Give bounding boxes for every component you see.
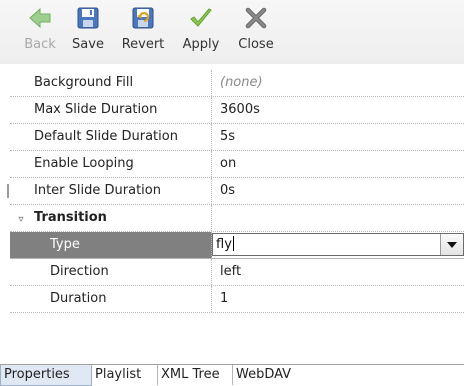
tab-xml-tree[interactable]: XML Tree [158, 365, 233, 385]
property-value-editor: fly [212, 232, 464, 258]
type-combobox[interactable]: fly [212, 233, 464, 256]
x-close-icon [245, 7, 267, 29]
property-row-background-fill[interactable]: Background Fill (none) [10, 70, 464, 97]
group-title: Transition [34, 210, 107, 225]
apply-label: Apply [182, 37, 220, 52]
text-caret [232, 236, 234, 251]
tab-properties[interactable]: Properties [0, 365, 92, 386]
property-row-inter-slide-duration[interactable]: Inter Slide Duration 0s [10, 178, 464, 205]
property-row-direction[interactable]: Direction left [10, 259, 464, 286]
property-name: Max Slide Duration [10, 97, 212, 123]
property-row-max-slide-duration[interactable]: Max Slide Duration 3600s [10, 97, 464, 124]
revert-label: Revert [121, 37, 165, 52]
property-group-transition[interactable]: ▿ Transition [10, 205, 464, 232]
panel-resize-handle[interactable] [7, 184, 9, 198]
property-value[interactable]: 3600s [212, 97, 464, 123]
property-name: Duration [10, 286, 212, 312]
property-name: Default Slide Duration [10, 124, 212, 150]
dropdown-arrow-icon[interactable] [440, 234, 463, 255]
bottom-tab-bar: Properties Playlist XML Tree WebDAV [0, 364, 464, 386]
property-row-duration[interactable]: Duration 1 [10, 286, 464, 313]
property-grid: Background Fill (none) Max Slide Duratio… [10, 70, 464, 313]
property-name: Background Fill [10, 70, 212, 96]
revert-document-icon [132, 7, 154, 29]
back-label: Back [24, 37, 56, 52]
property-name: Direction [10, 259, 212, 285]
checkmark-icon [190, 8, 212, 27]
property-value[interactable]: 0s [212, 178, 464, 204]
group-value [212, 205, 464, 231]
group-header: ▿ Transition [10, 205, 212, 231]
save-label: Save [72, 37, 104, 52]
property-row-default-slide-duration[interactable]: Default Slide Duration 5s [10, 124, 464, 151]
type-combobox-value: fly [216, 237, 232, 252]
apply-button[interactable]: Apply [176, 6, 226, 62]
tab-playlist[interactable]: Playlist [92, 365, 158, 385]
arrow-left-icon [29, 7, 51, 29]
revert-button[interactable]: Revert [117, 6, 169, 62]
toolbar: Back Save Revert Apply Close [0, 0, 464, 64]
property-row-enable-looping[interactable]: Enable Looping on [10, 151, 464, 178]
property-value[interactable]: 1 [212, 286, 464, 312]
floppy-disk-icon [77, 7, 99, 29]
property-row-type[interactable]: Type fly [10, 232, 464, 259]
property-value[interactable]: (none) [212, 70, 464, 96]
type-combobox-text[interactable]: fly [216, 234, 234, 255]
property-value[interactable]: on [212, 151, 464, 177]
expand-triangle-icon[interactable]: ▿ [14, 214, 28, 228]
close-label: Close [238, 37, 274, 52]
property-name: Enable Looping [10, 151, 212, 177]
tab-webdav[interactable]: WebDAV [233, 365, 297, 385]
property-name: Type [10, 232, 212, 258]
property-name: Inter Slide Duration [10, 178, 212, 204]
property-value[interactable]: left [212, 259, 464, 285]
back-button[interactable]: Back [20, 6, 60, 62]
property-value[interactable]: 5s [212, 124, 464, 150]
close-button[interactable]: Close [232, 6, 280, 62]
save-button[interactable]: Save [66, 6, 110, 62]
